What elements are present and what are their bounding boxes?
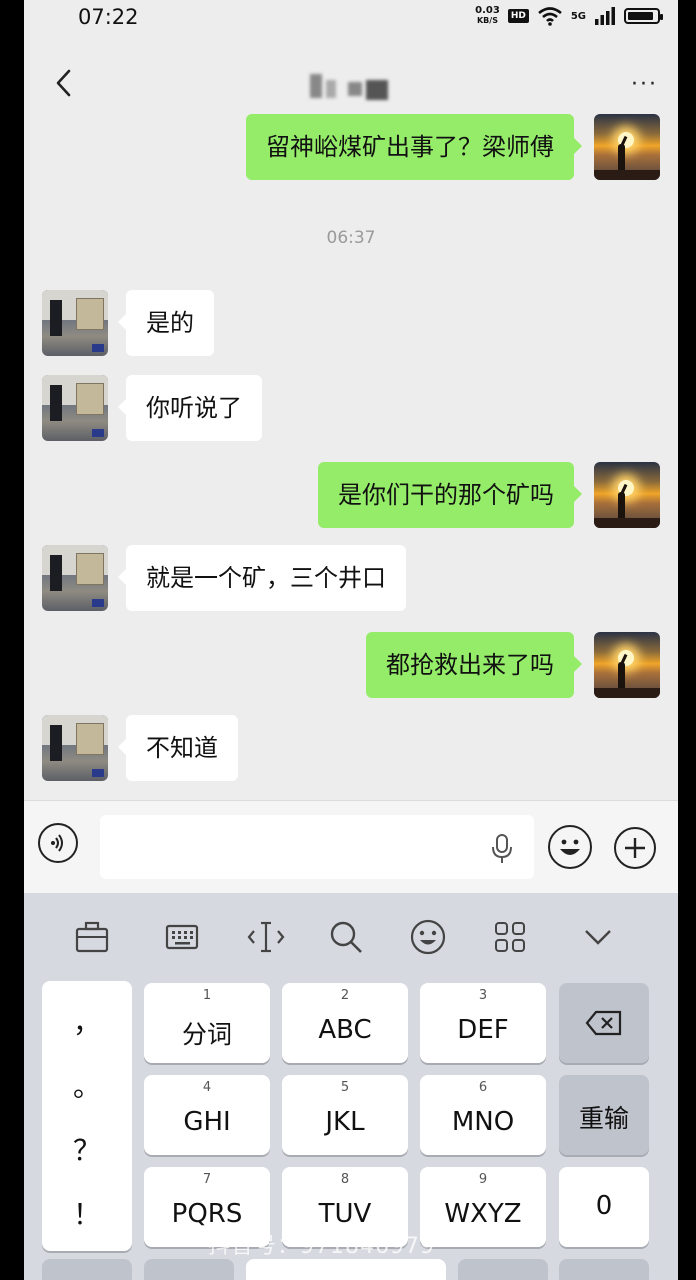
input-method-keyboard: ， 。 ？ ！ 1 分词 2 ABC 3 DEF 4 GHI 5 JKL 6 M… — [24, 893, 678, 1280]
retype-key[interactable]: 重输 — [559, 1075, 649, 1155]
message-row: 留神峪煤矿出事了？梁师傅 — [24, 114, 678, 186]
self-avatar[interactable] — [594, 462, 660, 528]
signal-icon — [595, 7, 615, 25]
emoji-keyboard-icon[interactable] — [408, 917, 448, 957]
contact-avatar[interactable] — [42, 290, 108, 356]
plus-icon — [625, 838, 645, 858]
message-bubble-self[interactable]: 是你们干的那个矿吗 — [318, 462, 582, 528]
microphone-icon[interactable] — [490, 833, 514, 865]
apps-grid-icon[interactable] — [490, 917, 530, 957]
punct-question[interactable]: ？ — [42, 1129, 132, 1169]
cursor-move-icon[interactable] — [246, 917, 286, 957]
status-time: 07:22 — [78, 5, 139, 29]
self-avatar[interactable] — [594, 114, 660, 180]
contact-avatar[interactable] — [42, 545, 108, 611]
key-0[interactable]: 0 — [559, 1167, 649, 1247]
message-timestamp: 06:37 — [326, 228, 376, 248]
key-9[interactable]: 9 WXYZ — [420, 1167, 546, 1247]
chat-header: ··· — [24, 48, 678, 120]
back-arrow-icon[interactable] — [50, 68, 80, 98]
contact-avatar[interactable] — [42, 375, 108, 441]
message-row: 是你们干的那个矿吗 — [24, 462, 678, 528]
more-functions-button[interactable] — [614, 827, 656, 869]
bottom-right-key[interactable] — [559, 1259, 649, 1280]
douyin-watermark: 抖音号：971846979 — [208, 1234, 435, 1259]
smiley-icon — [560, 839, 580, 855]
message-bubble-contact[interactable]: 就是一个矿，三个井口 — [118, 545, 406, 611]
network-type-label: 5G — [570, 10, 586, 22]
message-bubble-self[interactable]: 留神峪煤矿出事了？梁师傅 — [246, 114, 582, 180]
key-6[interactable]: 6 MNO — [420, 1075, 546, 1155]
key-5[interactable]: 5 JKL — [282, 1075, 408, 1155]
backspace-key[interactable] — [559, 983, 649, 1063]
punct-period[interactable]: 。 — [42, 1065, 132, 1105]
emoji-button[interactable] — [548, 825, 592, 869]
bottom-key-2[interactable] — [144, 1259, 234, 1280]
punct-exclaim[interactable]: ！ — [42, 1193, 132, 1233]
chat-input-bar — [24, 800, 678, 893]
punct-comma[interactable]: ， — [42, 1001, 132, 1041]
search-icon[interactable] — [326, 917, 366, 957]
bottom-key-4[interactable] — [458, 1259, 548, 1280]
message-bubble-contact[interactable]: 你听说了 — [118, 375, 262, 441]
network-speed: 0.03 KB/S — [475, 6, 500, 26]
message-row: 是的 — [24, 290, 678, 356]
message-bubble-contact[interactable]: 是的 — [118, 290, 214, 356]
network-speed-value: 0.03 — [475, 5, 500, 16]
hd-icon: HD — [507, 9, 529, 23]
key-1[interactable]: 1 分词 — [144, 983, 270, 1063]
phone-screen: 07:22 0.03 KB/S HD 5G ··· 留神峪煤矿出事了？梁师傅 0… — [24, 0, 678, 1280]
punctuation-column[interactable]: ， 。 ？ ！ — [42, 981, 132, 1251]
space-key[interactable] — [246, 1259, 446, 1280]
status-bar: 07:22 0.03 KB/S HD 5G — [24, 0, 678, 40]
key-4[interactable]: 4 GHI — [144, 1075, 270, 1155]
key-3[interactable]: 3 DEF — [420, 983, 546, 1063]
voice-icon — [51, 834, 63, 852]
status-icons: 0.03 KB/S HD 5G — [475, 6, 663, 26]
contact-name-blurred — [306, 74, 396, 104]
battery-icon — [624, 8, 663, 24]
voice-input-button[interactable] — [38, 823, 78, 863]
backspace-icon — [585, 1010, 622, 1036]
key-2[interactable]: 2 ABC — [282, 983, 408, 1063]
message-row: 都抢救出来了吗 — [24, 632, 678, 698]
battery-level — [628, 12, 654, 20]
self-avatar[interactable] — [594, 632, 660, 698]
more-options-button[interactable]: ··· — [631, 74, 658, 96]
contact-avatar[interactable] — [42, 715, 108, 781]
bottom-left-key[interactable] — [42, 1259, 132, 1280]
message-bubble-contact[interactable]: 不知道 — [118, 715, 238, 781]
message-bubble-self[interactable]: 都抢救出来了吗 — [366, 632, 582, 698]
message-row: 你听说了 — [24, 375, 678, 441]
collapse-keyboard-icon[interactable] — [578, 917, 618, 957]
message-row: 不知道 — [24, 715, 678, 781]
wifi-icon — [538, 7, 562, 26]
message-input[interactable] — [100, 815, 534, 879]
network-speed-unit: KB/S — [476, 16, 498, 25]
keyboard-icon[interactable] — [162, 917, 202, 957]
message-row: 就是一个矿，三个井口 — [24, 545, 678, 611]
briefcase-icon[interactable] — [72, 917, 112, 957]
